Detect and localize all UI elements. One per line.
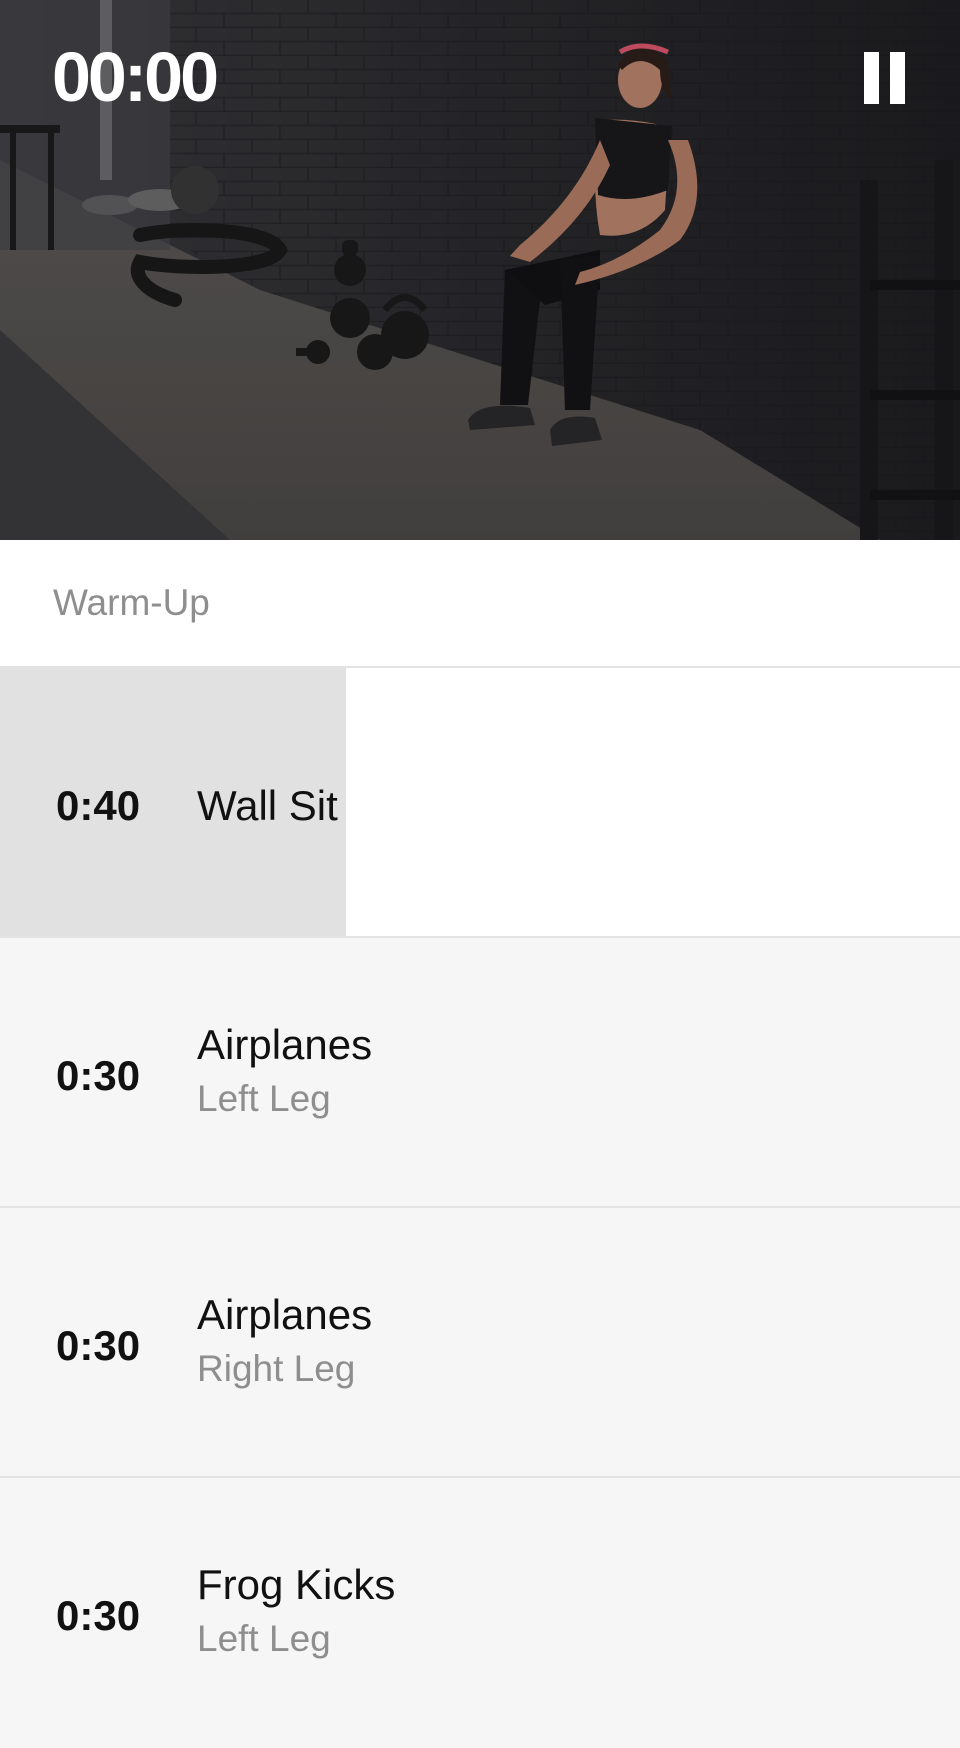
exercise-name: Airplanes (197, 1021, 373, 1068)
exercise-name: Airplanes (197, 1291, 373, 1338)
exercise-name: Wall Sit (197, 782, 338, 829)
exercise-name: Frog Kicks (197, 1561, 396, 1608)
workout-video[interactable]: 00:00 (0, 0, 960, 540)
exercise-duration: 0:30 (56, 1322, 141, 1369)
pause-icon-bar (890, 52, 905, 104)
pause-button[interactable] (860, 52, 908, 104)
exercise-duration: 0:30 (56, 1592, 141, 1639)
exercise-row[interactable]: 0:30 Airplanes Right Leg (0, 1208, 960, 1478)
exercise-row-current[interactable]: 0:40 Wall Sit (0, 668, 960, 938)
section-header: Warm-Up (0, 540, 960, 668)
exercise-side: Left Leg (197, 1618, 331, 1659)
exercise-side: Right Leg (197, 1348, 356, 1389)
elapsed-timer: 00:00 (52, 38, 219, 116)
exercise-duration: 0:40 (56, 782, 141, 829)
exercise-side: Left Leg (197, 1078, 331, 1119)
exercise-duration: 0:30 (56, 1052, 141, 1099)
section-title: Warm-Up (53, 582, 210, 623)
exercise-row[interactable]: 0:30 Airplanes Left Leg (0, 938, 960, 1208)
exercise-row[interactable]: 0:30 Frog Kicks Left Leg (0, 1478, 960, 1748)
pause-icon (864, 52, 879, 104)
